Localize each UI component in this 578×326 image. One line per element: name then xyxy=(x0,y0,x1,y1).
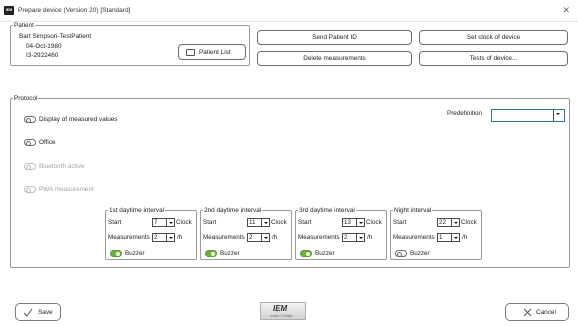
app-logo-icon: IEM xyxy=(4,6,14,15)
tests-of-device-button[interactable]: Tests of device... xyxy=(419,51,568,66)
chevron-down-icon xyxy=(166,219,174,226)
close-icon[interactable]: ✕ xyxy=(562,4,570,16)
pwa-label: PWA measurement xyxy=(39,186,94,193)
interval-3rd-start-label: Start xyxy=(298,219,312,226)
office-toggle[interactable] xyxy=(24,139,36,146)
chevron-down-icon xyxy=(553,110,564,121)
interval-3rd-legend: 3rd daytime interval xyxy=(299,207,355,214)
interval-1st-buzzer-label: Buzzer xyxy=(125,250,145,257)
interval-night-clock-label: Clock xyxy=(461,219,477,226)
pwa-toggle xyxy=(24,186,36,193)
interval-1st-start-value: 7 xyxy=(154,219,158,226)
interval-1st-measurements-value: 2 xyxy=(154,234,158,241)
interval-3rd-measurements-label: Measurements xyxy=(298,234,340,241)
interval-2nd-buzzer-label: Buzzer xyxy=(220,250,240,257)
interval-3rd-start-value: 13 xyxy=(344,219,351,226)
interval-3rd-clock-label: Clock xyxy=(366,219,382,226)
interval-1st-clock-label: Clock xyxy=(176,219,192,226)
interval-2nd-start-label: Start xyxy=(203,219,217,226)
interval-2nd-measurements-value: 2 xyxy=(249,234,253,241)
interval-1st-legend: 1st daytime interval xyxy=(109,207,165,214)
interval-1st-per-hour-label: /h xyxy=(177,234,183,241)
interval-1st-start-select[interactable]: 7 xyxy=(152,218,175,227)
chevron-down-icon xyxy=(451,219,459,226)
list-icon xyxy=(186,49,195,56)
patient-list-button[interactable]: Patient List xyxy=(178,44,246,60)
logo-subtext: mobil-O-Graph xyxy=(270,314,293,318)
bluetooth-toggle xyxy=(24,163,36,170)
interval-1st-measurements-label: Measurements xyxy=(108,234,150,241)
display-values-toggle[interactable] xyxy=(24,116,36,123)
set-clock-button[interactable]: Set clock of device xyxy=(419,30,568,45)
chevron-down-icon xyxy=(166,234,174,241)
interval-2nd-measurements-label: Measurements xyxy=(203,234,245,241)
close-icon xyxy=(523,308,532,317)
interval-3rd-buzzer-label: Buzzer xyxy=(315,250,335,257)
interval-1st-start-label: Start xyxy=(108,219,122,226)
interval-2nd-start-value: 11 xyxy=(249,219,256,226)
checkmark-icon xyxy=(23,308,33,317)
patient-legend: Patient xyxy=(14,22,34,29)
interval-3rd-measurements-value: 2 xyxy=(344,234,348,241)
interval-night-measurements-value: 1 xyxy=(439,234,443,241)
chevron-down-icon xyxy=(356,219,364,226)
cancel-label: Cancel xyxy=(536,309,556,316)
interval-night-measurements-select[interactable]: 1 xyxy=(437,233,460,242)
interval-3rd-measurements-select[interactable]: 2 xyxy=(342,233,365,242)
interval-night-per-hour-label: /h xyxy=(462,234,468,241)
protocol-legend: Protocol xyxy=(14,95,38,102)
patient-dob: 04-Oct-1980 xyxy=(26,43,62,50)
interval-night-buzzer-label: Buzzer xyxy=(410,250,430,257)
patient-id: I3-2922460 xyxy=(26,52,59,59)
bluetooth-label: Bluetooth active xyxy=(39,163,85,170)
interval-night-start-label: Start xyxy=(393,219,407,226)
display-values-label: Display of measured values xyxy=(39,116,118,123)
interval-2nd-measurements-select[interactable]: 2 xyxy=(247,233,270,242)
delete-measurements-button[interactable]: Delete measurements xyxy=(257,51,412,66)
interval-night-legend: Night interval xyxy=(394,207,432,214)
interval-3rd-buzzer-toggle[interactable] xyxy=(300,250,312,257)
interval-3rd-start-select[interactable]: 13 xyxy=(342,218,365,227)
interval-night-measurements-label: Measurements xyxy=(393,234,435,241)
chevron-down-icon xyxy=(261,234,269,241)
patient-list-label: Patient List xyxy=(199,49,231,56)
interval-night-buzzer-toggle[interactable] xyxy=(395,250,407,257)
interval-2nd-per-hour-label: /h xyxy=(272,234,278,241)
save-button[interactable]: Save xyxy=(15,303,61,321)
interval-2nd-buzzer-toggle[interactable] xyxy=(205,250,217,257)
title-bar: IEM Prepare device (Version 20) [Standar… xyxy=(0,0,578,22)
logo-text: IEM xyxy=(273,304,288,313)
chevron-down-icon xyxy=(451,234,459,241)
save-label: Save xyxy=(38,309,53,316)
interval-2nd-clock-label: Clock xyxy=(271,219,287,226)
interval-night-start-select[interactable]: 22 xyxy=(437,218,460,227)
chevron-down-icon xyxy=(356,234,364,241)
interval-1st-buzzer-toggle[interactable] xyxy=(110,250,122,257)
interval-2nd-start-select[interactable]: 11 xyxy=(247,218,270,227)
patient-name: Bart Simpson-TestPatient xyxy=(19,33,92,40)
interval-3rd-per-hour-label: /h xyxy=(367,234,373,241)
window-title: Prepare device (Version 20) [Standard] xyxy=(18,7,131,14)
send-patient-id-button[interactable]: Send Patient ID xyxy=(257,30,412,45)
interval-2nd-legend: 2nd daytime interval xyxy=(204,207,262,214)
iem-logo: IEM mobil-O-Graph xyxy=(260,302,306,320)
predefinition-label: Predefinition xyxy=(447,110,483,117)
office-label: Office xyxy=(39,139,56,146)
cancel-button[interactable]: Cancel xyxy=(505,303,569,321)
interval-1st-measurements-select[interactable]: 2 xyxy=(152,233,175,242)
interval-night-start-value: 22 xyxy=(439,219,446,226)
predefinition-select[interactable] xyxy=(491,109,565,122)
chevron-down-icon xyxy=(261,219,269,226)
